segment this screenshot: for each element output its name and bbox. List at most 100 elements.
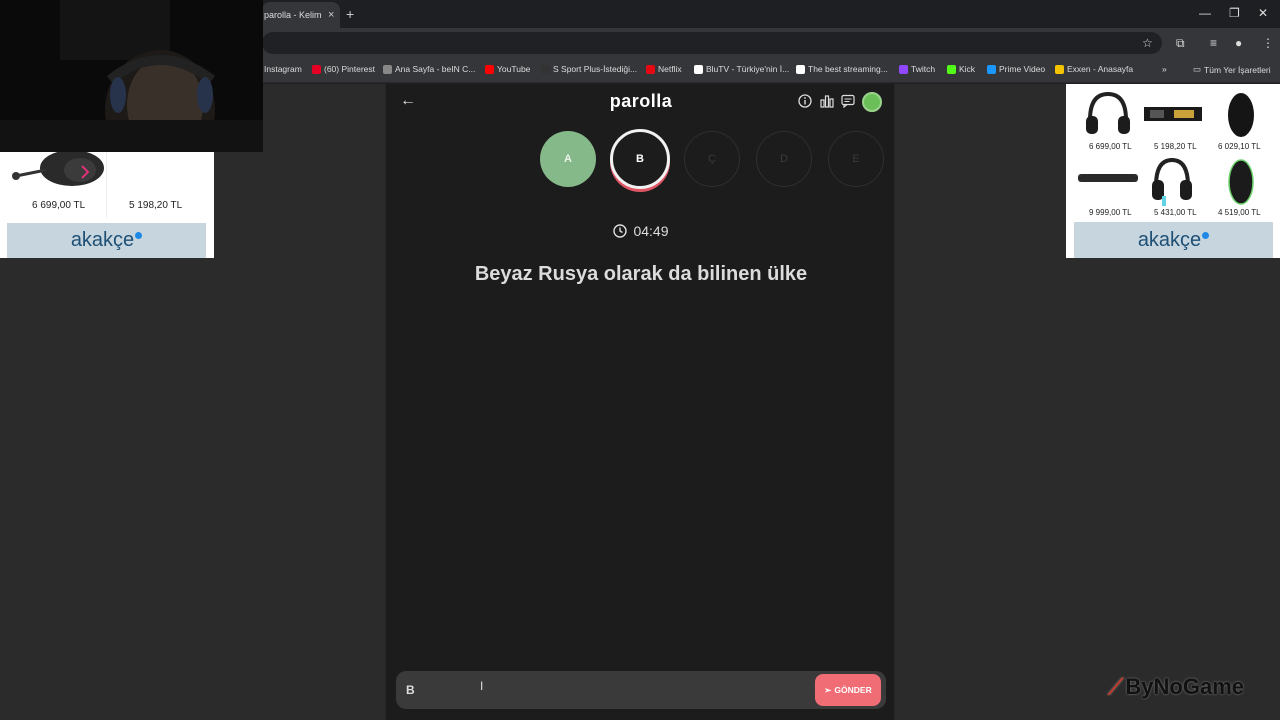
bookmark-item[interactable]: The best streaming... xyxy=(796,64,888,74)
bookmark-favicon-icon xyxy=(947,64,956,74)
info-icon[interactable] xyxy=(798,94,812,108)
bynogame-logo-icon: ⟋ xyxy=(1108,674,1124,699)
bookmark-favicon-icon xyxy=(796,64,805,74)
tab-close-icon[interactable]: × xyxy=(328,9,334,21)
bookmark-label: The best streaming... xyxy=(808,64,888,74)
answer-input[interactable] xyxy=(406,671,806,709)
bookmark-item[interactable]: S Sport Plus-İstediği... xyxy=(541,64,637,74)
ssd-product-image xyxy=(1144,104,1202,129)
price-label: 5 198,20 TL xyxy=(1154,142,1197,151)
letter-circle: A xyxy=(540,131,596,187)
price-label: 4 519,00 TL xyxy=(1218,208,1261,217)
bookmark-favicon-icon xyxy=(1055,64,1064,74)
bookmark-label: (60) Pinterest xyxy=(324,64,376,74)
extensions-icon[interactable]: ⧉ xyxy=(1176,36,1185,51)
parolla-app: ← parolla ABÇDE 04:49 Beyaz Rusya olarak… xyxy=(385,84,895,720)
profile-icon[interactable]: ● xyxy=(1235,36,1242,50)
bookmark-item[interactable]: Kick xyxy=(947,64,975,74)
price-label: 5 198,20 TL xyxy=(129,200,183,211)
brand-dot-icon xyxy=(135,232,143,239)
text-cursor-icon: I xyxy=(480,679,484,693)
close-window-icon[interactable]: ✕ xyxy=(1258,6,1268,20)
bookmark-label: Twitch xyxy=(911,64,936,74)
brand-text: akakçe xyxy=(1137,228,1202,251)
bookmark-item[interactable]: Ana Sayfa - beIN C... xyxy=(383,64,475,74)
send-icon: ➢ xyxy=(824,684,832,695)
bookmark-label: S Sport Plus-İstediği... xyxy=(553,64,638,74)
bookmark-favicon-icon xyxy=(383,64,392,74)
send-button[interactable]: ➢ GÖNDER xyxy=(815,674,881,706)
timer: 04:49 xyxy=(386,223,896,239)
ad-divider xyxy=(106,152,107,218)
headset-product-image xyxy=(10,150,106,200)
akakce-logo[interactable]: akakçe xyxy=(7,223,206,258)
all-bookmarks-folder[interactable]: ▭ Tüm Yer İşaretleri xyxy=(1193,64,1271,75)
bookmark-favicon-icon xyxy=(899,64,908,74)
minimize-icon[interactable]: — xyxy=(1199,6,1211,20)
star-icon[interactable]: ☆ xyxy=(1142,36,1153,50)
bookmark-label: Exxen - Anasayfa xyxy=(1067,64,1134,74)
bookmark-favicon-icon xyxy=(312,64,321,74)
bookmark-item[interactable]: Netflix xyxy=(646,64,682,74)
bookmark-item[interactable]: Twitch xyxy=(899,64,935,74)
app-header: ← parolla xyxy=(386,84,896,120)
bookmark-label: Kick xyxy=(959,64,976,74)
browser-tab[interactable]: parolla - Kelime × xyxy=(262,2,340,28)
price-label: 6 699,00 TL xyxy=(32,200,86,211)
question-text: Beyaz Rusya olarak da bilinen ülke xyxy=(474,263,808,285)
bookmark-favicon-icon xyxy=(485,64,494,74)
bookmark-item[interactable]: Exxen - Anasayfa xyxy=(1055,64,1133,74)
bookmark-item[interactable]: YouTube xyxy=(485,64,530,74)
price-label: 5 431,00 TL xyxy=(1154,208,1197,217)
bookmark-favicon-icon xyxy=(541,64,550,74)
letter-circle: D xyxy=(756,131,812,187)
letter-circle: Ç xyxy=(684,131,740,187)
bookmark-label: Prime Video xyxy=(999,64,1046,74)
ad-banner-right[interactable]: 6 699,00 TL 5 198,20 TL 6 029,10 TL 9 99… xyxy=(1066,84,1280,258)
webcam-overlay xyxy=(0,0,263,152)
avatar[interactable] xyxy=(862,92,882,112)
answer-bar: I ➢ GÖNDER xyxy=(396,671,886,709)
bookmark-item[interactable]: Instagram xyxy=(264,64,302,74)
restore-icon[interactable]: ❐ xyxy=(1229,6,1240,20)
bookmarks-more-icon[interactable]: » xyxy=(1162,64,1167,74)
akakce-logo[interactable]: akakçe xyxy=(1074,222,1273,258)
tab-title: parolla - Kelime xyxy=(264,10,322,20)
chat-icon[interactable] xyxy=(841,94,855,108)
folder-icon: ▭ xyxy=(1193,64,1202,74)
price-label: 9 999,00 TL xyxy=(1089,208,1132,217)
mouse-product-image xyxy=(1226,90,1256,145)
headset-product-image xyxy=(1152,156,1192,211)
price-label: 6 699,00 TL xyxy=(1089,142,1132,151)
bookmark-label: YouTube xyxy=(497,64,531,74)
bynogame-watermark: ⟋ ByNoGame xyxy=(1108,674,1244,700)
price-label: 6 029,10 TL xyxy=(1218,142,1261,151)
send-label: GÖNDER xyxy=(834,685,872,695)
address-bar[interactable] xyxy=(262,32,1162,54)
clock-icon xyxy=(613,224,628,238)
bookmark-item[interactable]: Prime Video xyxy=(987,64,1045,74)
media-icon[interactable]: ≡ xyxy=(1210,36,1217,50)
timer-value: 04:49 xyxy=(633,223,669,239)
watermark-text: ByNoGame xyxy=(1125,674,1244,699)
ad-banner-left[interactable]: 6 699,00 TL 5 198,20 TL akakçe xyxy=(0,150,214,258)
bookmark-label: Netflix xyxy=(658,64,682,74)
bookmark-label: Instagram xyxy=(264,64,302,74)
headset-product-image xyxy=(1084,90,1130,145)
letter-circle: E xyxy=(828,131,884,187)
bookmark-favicon-icon xyxy=(987,64,996,74)
bookmark-item[interactable]: BluTV - Türkiye'nin İ... xyxy=(694,64,789,74)
menu-icon[interactable]: ⋮ xyxy=(1262,36,1274,50)
new-tab-button[interactable]: + xyxy=(346,6,354,22)
bookmark-favicon-icon xyxy=(646,64,655,74)
mouse-product-image xyxy=(1226,156,1256,213)
stats-icon[interactable] xyxy=(820,94,834,108)
letter-circle: B xyxy=(610,129,670,189)
all-bookmarks-label: Tüm Yer İşaretleri xyxy=(1204,64,1271,75)
soundbar-product-image xyxy=(1078,170,1138,191)
bookmark-label: BluTV - Türkiye'nin İ... xyxy=(706,64,790,74)
brand-dot-icon xyxy=(1202,231,1210,239)
brand-text: akakçe xyxy=(70,229,135,251)
bookmark-favicon-icon xyxy=(694,64,703,74)
bookmark-item[interactable]: (60) Pinterest xyxy=(312,64,375,74)
